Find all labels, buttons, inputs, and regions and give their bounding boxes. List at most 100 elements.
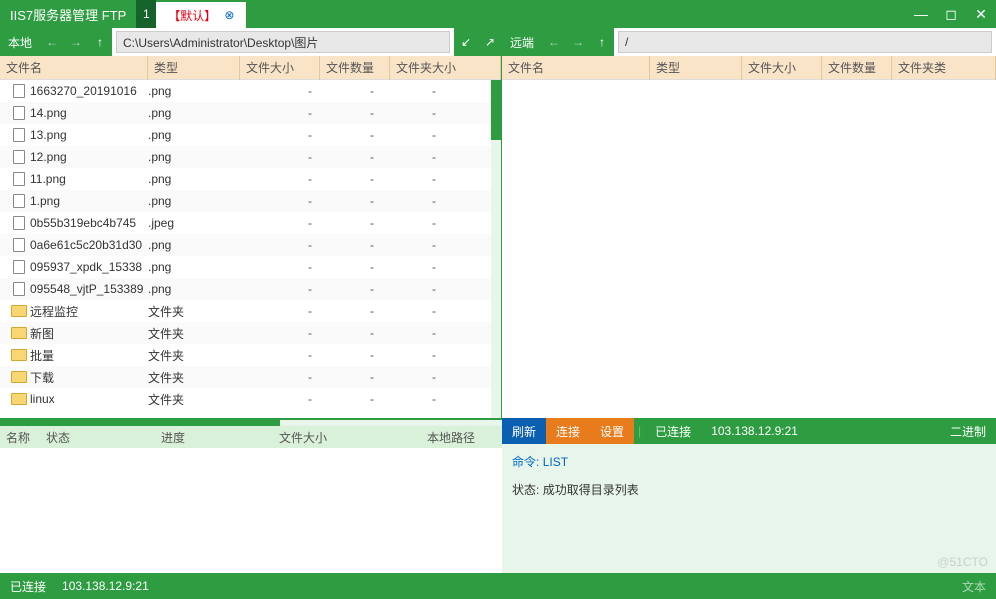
col-count[interactable]: 文件数量 — [320, 56, 390, 80]
file-type: .png — [148, 106, 240, 120]
file-size: - — [240, 84, 320, 98]
remote-up-icon[interactable]: ↑ — [590, 35, 614, 49]
log-status-label: 状态: — [512, 483, 539, 497]
file-name: 新图 — [30, 325, 148, 342]
file-icon — [8, 84, 30, 98]
horiz-scroll-thumb[interactable] — [0, 420, 280, 426]
file-type: .png — [148, 128, 240, 142]
file-extra: - — [382, 282, 444, 296]
file-row[interactable]: 12.png .png - - - — [0, 146, 501, 168]
file-extra: - — [382, 128, 444, 142]
tab-index[interactable]: 1 — [136, 0, 156, 28]
file-extra: - — [382, 260, 444, 274]
file-icon — [8, 238, 30, 252]
file-type: .png — [148, 282, 240, 296]
log-cmd-label: 命令: — [512, 455, 539, 469]
file-count: - — [320, 238, 382, 252]
folder-icon — [8, 327, 30, 339]
file-extra: - — [382, 150, 444, 164]
file-name: 13.png — [30, 128, 148, 142]
file-row[interactable]: 下载 文件夹 - - - — [0, 366, 501, 388]
rcol-type[interactable]: 类型 — [650, 56, 742, 80]
file-row[interactable]: 1.png .png - - - — [0, 190, 501, 212]
log-pane: 刷新 连接 设置 | 已连接 103.138.12.9:21 二进制 命令: L… — [502, 418, 996, 573]
th-name[interactable]: 名称 — [0, 429, 40, 446]
th-size[interactable]: 文件大小 — [273, 429, 421, 446]
file-name: 0a6e61c5c20b31d30 — [30, 238, 148, 252]
file-extra: - — [382, 172, 444, 186]
local-path-input[interactable] — [116, 31, 450, 53]
remote-pane: 文件名 类型 文件大小 文件数量 文件夹类 — [502, 56, 996, 418]
file-name: 14.png — [30, 106, 148, 120]
file-size: - — [240, 304, 320, 318]
rcol-name[interactable]: 文件名 — [502, 56, 650, 80]
file-row[interactable]: 远程监控 文件夹 - - - — [0, 300, 501, 322]
remote-forward-icon[interactable]: → — [566, 35, 590, 49]
titlebar: IIS7服务器管理 FTP 1 【默认】 ⊗ — ◻ ✕ — [0, 0, 996, 28]
file-row[interactable]: 0b55b319ebc4b745 .jpeg - - - — [0, 212, 501, 234]
th-status[interactable]: 状态 — [40, 429, 155, 446]
file-row[interactable]: 11.png .png - - - — [0, 168, 501, 190]
connect-button[interactable]: 连接 — [546, 418, 590, 444]
log-status-msg: 成功取得目录列表 — [543, 483, 639, 497]
close-tab-icon[interactable]: ⊗ — [224, 8, 234, 22]
th-local-path[interactable]: 本地路径 — [421, 429, 481, 446]
file-type: .png — [148, 172, 240, 186]
col-name[interactable]: 文件名 — [0, 56, 148, 80]
file-count: - — [320, 128, 382, 142]
rcol-folder-count[interactable]: 文件夹类 — [892, 56, 996, 80]
col-folder-size[interactable]: 文件夹大小 — [390, 56, 501, 80]
log-toolbar: 刷新 连接 设置 | 已连接 103.138.12.9:21 二进制 — [502, 418, 996, 444]
file-extra: - — [382, 326, 444, 340]
window-controls: — ◻ ✕ — [906, 0, 996, 28]
file-icon — [8, 128, 30, 142]
file-row[interactable]: 095937_xpdk_15338 .png - - - — [0, 256, 501, 278]
tab-default[interactable]: 【默认】 ⊗ — [156, 0, 246, 28]
file-count: - — [320, 348, 382, 362]
col-size[interactable]: 文件大小 — [240, 56, 320, 80]
file-extra: - — [382, 392, 444, 406]
file-size: - — [240, 150, 320, 164]
scrollbar-thumb[interactable] — [491, 80, 501, 140]
col-type[interactable]: 类型 — [148, 56, 240, 80]
file-size: - — [240, 128, 320, 142]
rcol-size[interactable]: 文件大小 — [742, 56, 822, 80]
file-extra: - — [382, 194, 444, 208]
remote-path-input[interactable] — [618, 31, 992, 53]
refresh-button[interactable]: 刷新 — [502, 418, 546, 444]
file-icon — [8, 172, 30, 186]
remote-file-list[interactable] — [502, 80, 996, 418]
file-row[interactable]: 1663270_20191016 .png - - - — [0, 80, 501, 102]
scrollbar-track[interactable] — [491, 80, 501, 418]
maximize-button[interactable]: ◻ — [936, 0, 966, 28]
file-row[interactable]: 14.png .png - - - — [0, 102, 501, 124]
th-progress[interactable]: 进度 — [155, 429, 273, 446]
minimize-button[interactable]: — — [906, 0, 936, 28]
file-size: - — [240, 282, 320, 296]
folder-icon — [8, 305, 30, 317]
local-label: 本地 — [0, 34, 40, 51]
expand-right-icon[interactable]: ↗ — [478, 35, 502, 49]
nav-back-icon[interactable]: ← — [40, 35, 64, 49]
file-row[interactable]: 新图 文件夹 - - - — [0, 322, 501, 344]
rcol-count[interactable]: 文件数量 — [822, 56, 892, 80]
nav-forward-icon[interactable]: → — [64, 35, 88, 49]
nav-up-icon[interactable]: ↑ — [88, 35, 112, 49]
file-row[interactable]: linux 文件夹 - - - — [0, 388, 501, 410]
watermark: @51CTO — [937, 555, 988, 569]
file-row[interactable]: 批量 文件夹 - - - — [0, 344, 501, 366]
close-button[interactable]: ✕ — [966, 0, 996, 28]
file-name: 11.png — [30, 172, 148, 186]
settings-button[interactable]: 设置 — [590, 418, 634, 444]
local-nav: 本地 ← → ↑ — [0, 28, 112, 56]
app-title: IIS7服务器管理 FTP — [0, 5, 136, 24]
file-extra: - — [382, 304, 444, 318]
remote-back-icon[interactable]: ← — [542, 35, 566, 49]
file-row[interactable]: 13.png .png - - - — [0, 124, 501, 146]
local-file-list[interactable]: 1663270_20191016 .png - - - 14.png .png … — [0, 80, 501, 418]
file-row[interactable]: 095548_vjtP_153389 .png - - - — [0, 278, 501, 300]
collapse-left-icon[interactable]: ↙ — [454, 35, 478, 49]
folder-icon — [8, 371, 30, 383]
tab-default-label: 【默认】 — [168, 7, 216, 24]
file-row[interactable]: 0a6e61c5c20b31d30 .png - - - — [0, 234, 501, 256]
